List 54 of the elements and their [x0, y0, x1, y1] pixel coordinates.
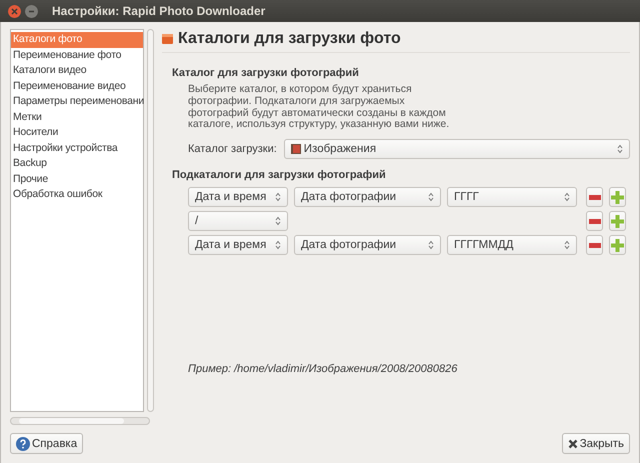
sidebar-item[interactable]: Каталоги видео — [11, 63, 143, 78]
section-heading: Подкаталоги для загрузки фотографий — [172, 169, 387, 182]
plus-icon — [611, 214, 624, 228]
subfolder-combo[interactable]: Дата и время — [188, 235, 288, 256]
subfolder-combo[interactable]: Дата и время — [188, 187, 288, 208]
close-icon[interactable] — [8, 4, 21, 18]
sidebar-item[interactable]: Переименование видео — [11, 78, 143, 94]
sidebar-item[interactable]: Backup — [11, 156, 143, 172]
subfolder-combo[interactable]: Дата фотографии — [294, 187, 441, 208]
folder-icon — [162, 34, 173, 44]
spinner-arrows-icon — [564, 192, 570, 202]
plus-icon — [611, 238, 624, 252]
add-button[interactable] — [609, 187, 626, 208]
plus-icon — [611, 190, 624, 204]
add-button[interactable] — [609, 235, 626, 256]
subfolder-combo[interactable]: Дата фотографии — [294, 235, 441, 256]
window-title: Настройки: Rapid Photo Downloader — [52, 4, 266, 18]
spinner-arrows-icon — [275, 216, 281, 226]
spinner-arrows-icon — [428, 240, 434, 250]
remove-button[interactable] — [586, 211, 603, 232]
spinner-arrows-icon — [275, 240, 281, 250]
subfolder-combo[interactable]: ГГГГ — [447, 187, 577, 208]
page-title: Каталоги для загрузки фото — [178, 30, 401, 48]
spinner-arrows-icon — [564, 240, 570, 250]
sidebar-item[interactable]: Переименование фото — [11, 48, 143, 63]
subfolder-combo[interactable]: ГГГГММДД — [447, 235, 577, 256]
minus-icon — [588, 218, 600, 224]
description-text: Выберите каталог, в котором будут храниться фотографии. Подкаталоги для загружаемых фотографий будут автоматически созданы в каждом каталоге, используя структуру, указанную вами ниже. — [188, 84, 450, 132]
sidebar-item[interactable]: Обработка ошибок — [11, 187, 143, 202]
spinner-arrows-icon — [428, 192, 434, 202]
spinner-arrows-icon — [275, 192, 281, 202]
spinner-arrows-icon — [616, 144, 623, 154]
folder-icon — [290, 144, 301, 154]
sidebar-item[interactable]: Прочие — [11, 172, 143, 187]
horizontal-scrollbar[interactable] — [10, 417, 150, 425]
close-icon — [568, 438, 578, 448]
minus-icon — [588, 194, 600, 200]
add-button[interactable] — [609, 211, 626, 232]
subfolder-combo[interactable]: / — [188, 211, 288, 232]
help-button[interactable]: Справка — [10, 433, 84, 454]
example-path: Пример: /home/vladimir/Изображения/2008/20080826 — [188, 363, 458, 376]
sidebar-item[interactable]: Параметры переименовани — [11, 94, 143, 110]
folder-label: Каталог загрузки: — [188, 143, 277, 156]
remove-button[interactable] — [586, 187, 603, 208]
minus-icon — [588, 242, 600, 248]
section-heading: Каталог для загрузки фотографий — [172, 67, 360, 79]
sidebar-item[interactable]: Настройки устройства — [11, 140, 143, 156]
help-icon — [16, 436, 30, 450]
minimize-icon[interactable] — [25, 4, 38, 18]
sidebar-item[interactable]: Носители — [11, 125, 143, 140]
remove-button[interactable] — [586, 235, 603, 256]
close-button[interactable]: Закрыть — [562, 433, 630, 454]
folder-combo[interactable]: Изображения — [284, 139, 630, 160]
sidebar-item[interactable]: Метки — [11, 110, 143, 125]
